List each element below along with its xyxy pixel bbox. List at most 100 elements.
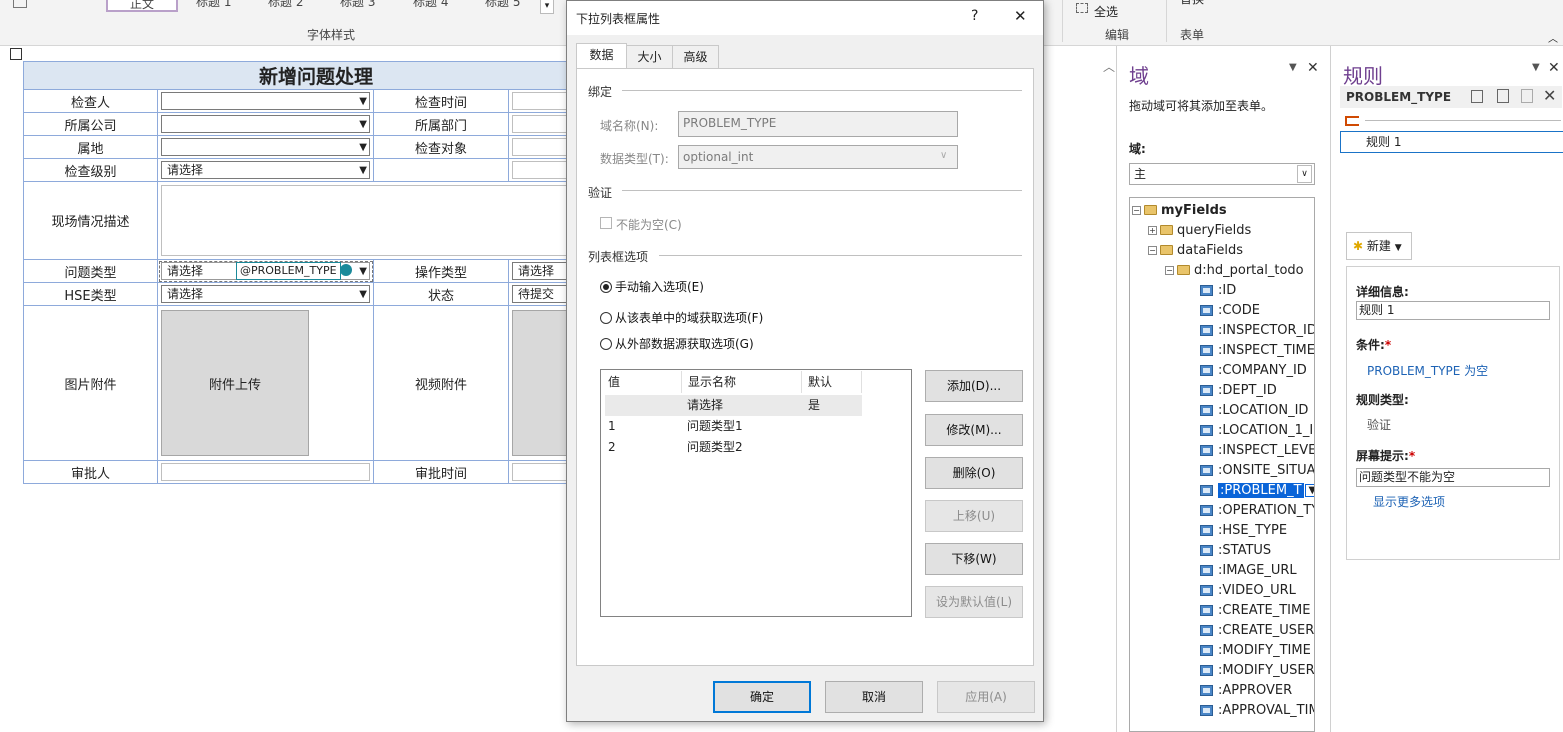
pane-options-icon[interactable]: ▼ bbox=[1289, 62, 1297, 73]
approver-field[interactable] bbox=[161, 463, 370, 481]
rule-type-label: 规则类型: bbox=[1356, 393, 1409, 407]
tree-node-field[interactable]: :LOCATION_ID bbox=[1200, 401, 1308, 419]
tree-node-field[interactable]: :INSPECTOR_ID bbox=[1200, 321, 1314, 339]
tree-node-field[interactable]: :DEPT_ID bbox=[1200, 381, 1277, 399]
collapse-ribbon-icon[interactable]: ︿ bbox=[1548, 30, 1558, 45]
rule-field-name: PROBLEM_TYPE bbox=[1346, 90, 1452, 104]
close-icon[interactable]: ✕ bbox=[1014, 7, 1027, 25]
close-icon[interactable]: ✕ bbox=[1548, 60, 1560, 76]
list-item[interactable]: 2 问题类型2 bbox=[605, 437, 862, 458]
cancel-button[interactable]: 取消 bbox=[825, 681, 923, 713]
tree-node-data[interactable]: − dataFields bbox=[1148, 241, 1243, 259]
tree-node-field[interactable]: :APPROVAL_TIM bbox=[1200, 701, 1314, 719]
tree-node-field[interactable]: :ID bbox=[1200, 281, 1236, 299]
location-select[interactable]: ▼ bbox=[161, 138, 370, 156]
field-source-select[interactable]: 主 ∨ bbox=[1129, 163, 1315, 185]
tree-node-query[interactable]: + queryFields bbox=[1148, 221, 1251, 239]
style-heading-2[interactable]: 标题 2 bbox=[268, 0, 303, 12]
chevron-down-icon[interactable]: ▼ bbox=[1304, 483, 1314, 497]
tab-size[interactable]: 大小 bbox=[626, 45, 673, 69]
radio-external[interactable]: 从外部数据源获取选项(G) bbox=[600, 335, 754, 352]
ok-button[interactable]: 确定 bbox=[713, 681, 811, 713]
options-list[interactable]: 值 显示名称 默认 请选择 是 1 问题类型1 2 问题类型2 bbox=[600, 369, 912, 617]
list-item[interactable]: 请选择 是 bbox=[605, 395, 862, 416]
tree-node-field[interactable]: :LOCATION_1_ID bbox=[1200, 421, 1314, 439]
tree-node-field[interactable]: :MODIFY_USER_ bbox=[1200, 661, 1314, 679]
section-binding: 绑定 bbox=[588, 85, 613, 99]
tree-node-field[interactable]: :APPROVER bbox=[1200, 681, 1292, 699]
styles-more-button[interactable]: ▾ bbox=[540, 0, 554, 14]
field-icon bbox=[1200, 684, 1213, 696]
style-heading-3[interactable]: 标题 3 bbox=[340, 0, 375, 12]
screen-tip-input[interactable]: 问题类型不能为空 bbox=[1356, 468, 1550, 487]
inspect-level-select[interactable]: 请选择 ▼ bbox=[161, 161, 370, 179]
style-heading-1[interactable]: 标题 1 bbox=[196, 0, 231, 12]
list-item[interactable]: 1 问题类型1 bbox=[605, 416, 862, 437]
chevron-down-icon: ▼ bbox=[359, 266, 367, 277]
move-down-button[interactable]: 下移(W) bbox=[925, 543, 1023, 575]
tab-advanced[interactable]: 高级 bbox=[672, 45, 719, 69]
style-heading-5[interactable]: 标题 5 bbox=[485, 0, 520, 12]
tree-node-table[interactable]: − d:hd_portal_todo bbox=[1165, 261, 1304, 279]
apply-button[interactable]: 应用(A) bbox=[937, 681, 1035, 713]
company-select[interactable]: ▼ bbox=[161, 115, 370, 133]
tree-node-field[interactable]: :INSPECT_LEVEL bbox=[1200, 441, 1314, 459]
tree-node-field[interactable]: :IMAGE_URL bbox=[1200, 561, 1297, 579]
onsite-desc-textarea[interactable] bbox=[161, 185, 605, 256]
tree-node-field[interactable]: :MODIFY_TIME bbox=[1200, 641, 1311, 659]
image-upload-button[interactable]: 附件上传 bbox=[161, 310, 309, 456]
radio-form-fields[interactable]: 从该表单中的域获取选项(F) bbox=[600, 309, 763, 326]
tree-node-field[interactable]: :OPERATION_TY bbox=[1200, 501, 1314, 519]
table-icon[interactable] bbox=[13, 0, 27, 8]
not-empty-checkbox[interactable] bbox=[600, 217, 612, 229]
help-button[interactable]: ? bbox=[971, 8, 978, 24]
paste-icon[interactable] bbox=[1497, 89, 1509, 103]
hse-type-select[interactable]: 请选择 ▼ bbox=[161, 285, 370, 303]
column-header-value[interactable]: 值 bbox=[602, 371, 682, 393]
rule-list-item[interactable]: 规则 1 bbox=[1340, 131, 1563, 153]
tree-node-field[interactable]: :STATUS bbox=[1200, 541, 1271, 559]
tree-node-field[interactable]: :PROBLEM_T▼ bbox=[1200, 481, 1314, 499]
tree-node-field[interactable]: :INSPECT_TIME bbox=[1200, 341, 1314, 359]
tree-node-field[interactable]: :HSE_TYPE bbox=[1200, 521, 1287, 539]
new-rule-button[interactable]: ✱ 新建 ▼ bbox=[1346, 232, 1412, 260]
copy-icon[interactable] bbox=[1471, 90, 1483, 103]
dialog-title: 下拉列表框属性 bbox=[576, 12, 661, 26]
replace-button[interactable]: 替换 bbox=[1180, 0, 1204, 7]
field-icon bbox=[1200, 584, 1213, 596]
problem-type-select[interactable]: 请选择 @PROBLEM_TYPE ▼ bbox=[161, 262, 370, 280]
style-normal[interactable]: 正文 bbox=[106, 0, 178, 12]
pane-options-icon[interactable]: ▼ bbox=[1532, 62, 1540, 73]
delete-button[interactable]: 删除(O) bbox=[925, 457, 1023, 489]
paste-special-icon[interactable] bbox=[1521, 89, 1533, 103]
tab-data[interactable]: 数据 bbox=[576, 43, 627, 69]
more-options-link[interactable]: 显示更多选项 bbox=[1373, 493, 1445, 510]
modify-button[interactable]: 修改(M)... bbox=[925, 414, 1023, 446]
column-header-default[interactable]: 默认 bbox=[802, 371, 862, 393]
condition-link[interactable]: PROBLEM_TYPE 为空 bbox=[1367, 362, 1488, 379]
inspector-select[interactable]: ▼ bbox=[161, 92, 370, 110]
scroll-up-icon[interactable]: ︿ bbox=[1103, 58, 1115, 75]
column-header-display[interactable]: 显示名称 bbox=[682, 371, 802, 393]
tree-node-field[interactable]: :CODE bbox=[1200, 301, 1260, 319]
fields-tree[interactable]: − myFields + queryFields − dataFields − d:hd… bbox=[1129, 197, 1315, 732]
tree-node-field[interactable]: :ONSITE_SITUAT bbox=[1200, 461, 1314, 479]
add-button[interactable]: 添加(D)... bbox=[925, 370, 1023, 402]
tree-node-field[interactable]: :CREATE_USER_I bbox=[1200, 621, 1314, 639]
tree-node-field[interactable]: :CREATE_TIME bbox=[1200, 601, 1310, 619]
folder-icon bbox=[1160, 245, 1173, 255]
tree-node-root[interactable]: − myFields bbox=[1132, 201, 1227, 219]
delete-icon[interactable]: ✕ bbox=[1543, 86, 1556, 105]
table-anchor[interactable] bbox=[10, 48, 22, 60]
group-edit-label: 编辑 bbox=[1105, 28, 1130, 42]
style-heading-4[interactable]: 标题 4 bbox=[413, 0, 448, 12]
set-default-button[interactable]: 设为默认值(L) bbox=[925, 586, 1023, 618]
field-icon bbox=[1200, 664, 1213, 676]
select-all-button[interactable]: 全选 bbox=[1094, 3, 1118, 20]
close-icon[interactable]: ✕ bbox=[1307, 60, 1319, 76]
tree-node-field[interactable]: :COMPANY_ID bbox=[1200, 361, 1307, 379]
move-up-button[interactable]: 上移(U) bbox=[925, 500, 1023, 532]
radio-manual[interactable]: 手动输入选项(E) bbox=[600, 278, 704, 295]
details-input[interactable]: 规则 1 bbox=[1356, 301, 1550, 320]
tree-node-field[interactable]: :VIDEO_URL bbox=[1200, 581, 1296, 599]
